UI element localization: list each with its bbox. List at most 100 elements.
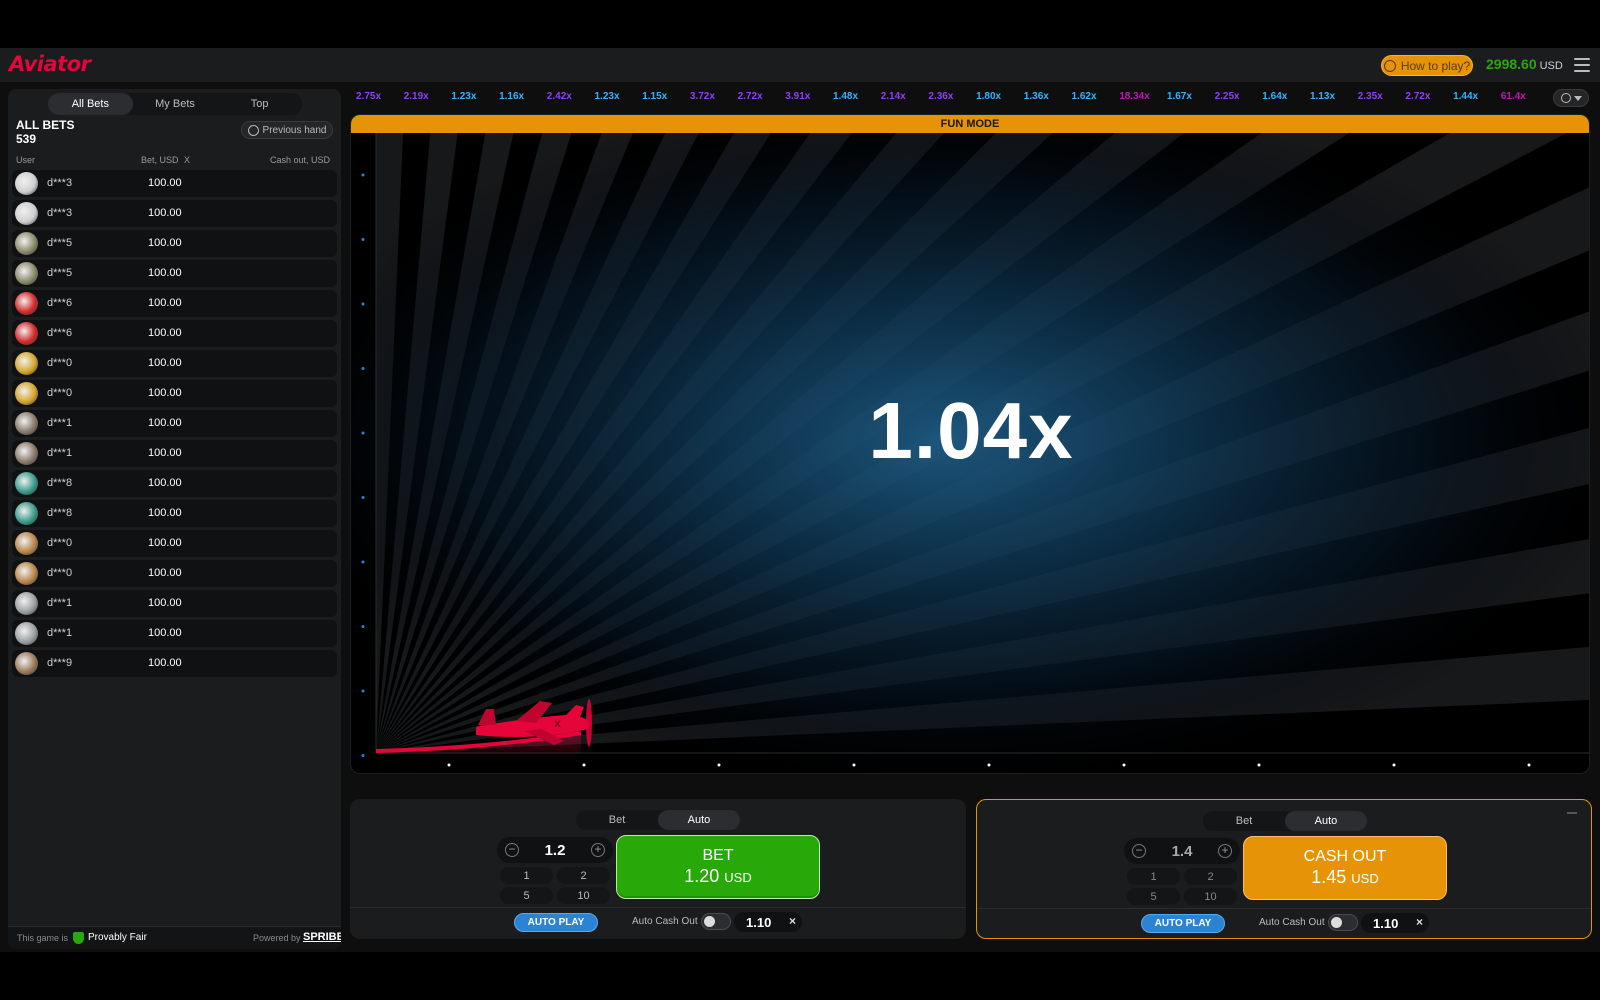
multiplier-history: 2.75x 2.19x 1.23x 1.16x 2.42x 1.23x 1.15x 3.72x…	[350, 89, 1554, 107]
x-axis-dot	[1122, 763, 1126, 767]
cash-out-button[interactable]: CASH OUT 1.45 USD	[1243, 836, 1447, 900]
history-multiplier[interactable]: 3.72x	[690, 91, 715, 102]
quick-amount-10[interactable]: 10	[557, 887, 610, 904]
history-multiplier[interactable]: 61.4x	[1501, 91, 1526, 102]
history-multiplier[interactable]: 2.25x	[1215, 91, 1240, 102]
history-multiplier[interactable]: 1.13x	[1310, 91, 1335, 102]
quick-amount-1[interactable]: 1	[1127, 868, 1180, 885]
y-axis-dot	[361, 367, 365, 370]
bet-amount: 100.00	[148, 537, 182, 549]
history-multiplier[interactable]: 1.16x	[499, 91, 524, 102]
auto-play-button[interactable]: AUTO PLAY	[514, 913, 598, 932]
history-multiplier[interactable]: 1.64x	[1262, 91, 1287, 102]
y-axis-dot	[361, 754, 365, 757]
bet-row: d***6 100.00	[12, 290, 337, 317]
tab-my-bets[interactable]: My Bets	[133, 93, 218, 115]
auto-cash-out-input[interactable]: 1.10 ×	[734, 912, 802, 932]
x-axis-dot	[987, 763, 991, 767]
remove-panel-icon[interactable]	[1567, 812, 1577, 814]
avatar	[15, 472, 38, 495]
bet-amount: 100.00	[148, 417, 182, 429]
spribe-logo[interactable]: SPRIBE	[303, 931, 341, 943]
bet-row: d***8 100.00	[12, 500, 337, 527]
history-multiplier[interactable]: 1.62x	[1072, 91, 1097, 102]
x-axis-dot	[1527, 763, 1531, 767]
bet-row: d***1 100.00	[12, 410, 337, 437]
previous-hand-label: Previous hand	[262, 124, 327, 136]
avatar	[15, 562, 38, 585]
tab-auto[interactable]: Auto	[1285, 811, 1367, 831]
quick-amount-10[interactable]: 10	[1184, 888, 1237, 905]
question-icon	[1383, 59, 1396, 72]
bet-user: d***1	[47, 417, 73, 429]
bet-user: d***8	[47, 507, 73, 519]
quick-amount-5[interactable]: 5	[1127, 888, 1180, 905]
plus-icon[interactable]: +	[1218, 844, 1232, 858]
bet-user: d***0	[47, 357, 73, 369]
auto-play-button[interactable]: AUTO PLAY	[1141, 914, 1225, 933]
history-multiplier[interactable]: 2.72x	[738, 91, 763, 102]
auto-cash-out-input[interactable]: 1.10 ×	[1361, 913, 1429, 933]
balance-currency: USD	[1539, 60, 1563, 72]
auto-cash-out-toggle[interactable]	[701, 913, 731, 930]
bet-user: d***3	[47, 177, 73, 189]
clear-icon[interactable]: ×	[789, 914, 796, 928]
provably-fair-link[interactable]: Provably Fair	[88, 932, 147, 943]
tab-auto[interactable]: Auto	[658, 810, 740, 830]
history-multiplier[interactable]: 1.80x	[976, 91, 1001, 102]
history-multiplier[interactable]: 2.35x	[1358, 91, 1383, 102]
history-multiplier[interactable]: 2.75x	[356, 91, 381, 102]
quick-amount-1[interactable]: 1	[500, 867, 553, 884]
y-axis-dot	[361, 560, 365, 564]
bet-row: d***9 100.00	[12, 650, 337, 677]
history-multiplier[interactable]: 2.36x	[928, 91, 953, 102]
tab-bet[interactable]: Bet	[1203, 811, 1285, 831]
history-multiplier[interactable]: 1.44x	[1453, 91, 1478, 102]
avatar	[15, 172, 38, 195]
hamburger-menu-icon[interactable]	[1574, 58, 1590, 72]
tab-top[interactable]: Top	[217, 93, 302, 115]
bet-button[interactable]: BET 1.20 USD	[616, 835, 820, 899]
avatar	[15, 382, 38, 405]
history-multiplier[interactable]: 1.67x	[1167, 91, 1192, 102]
bet-amount: 100.00	[148, 297, 182, 309]
avatar	[15, 502, 38, 525]
history-multiplier[interactable]: 2.14x	[881, 91, 906, 102]
bet-user: d***1	[47, 627, 73, 639]
quick-amount-5[interactable]: 5	[500, 887, 553, 904]
history-multiplier[interactable]: 1.23x	[451, 91, 476, 102]
stake-stepper: − 1.2 +	[497, 837, 613, 863]
how-to-play-button[interactable]: How to play?	[1381, 55, 1473, 76]
bet-row: d***0 100.00	[12, 560, 337, 587]
history-multiplier[interactable]: 1.36x	[1024, 91, 1049, 102]
clear-icon[interactable]: ×	[1416, 915, 1423, 929]
y-axis-dot	[361, 238, 365, 241]
plus-icon[interactable]: +	[591, 843, 605, 857]
quick-amount-2[interactable]: 2	[557, 867, 610, 884]
avatar	[15, 532, 38, 555]
bet-button-amount: 1.20 USD	[684, 866, 752, 886]
quick-amount-2[interactable]: 2	[1184, 868, 1237, 885]
avatar	[15, 652, 38, 675]
history-multiplier[interactable]: 1.48x	[833, 91, 858, 102]
tab-all-bets[interactable]: All Bets	[48, 93, 133, 115]
col-cashout: Cash out, USD	[270, 155, 331, 165]
bet-user: d***0	[47, 537, 73, 549]
history-multiplier[interactable]: 1.23x	[595, 91, 620, 102]
auto-cash-out-toggle[interactable]	[1328, 914, 1358, 931]
history-multiplier[interactable]: 18.34x	[1119, 91, 1150, 102]
bet-user: d***9	[47, 657, 73, 669]
bet-row: d***0 100.00	[12, 530, 337, 557]
avatar	[15, 412, 38, 435]
previous-hand-button[interactable]: Previous hand	[241, 121, 333, 139]
history-multiplier[interactable]: 2.72x	[1405, 91, 1430, 102]
history-multiplier[interactable]: 3.91x	[785, 91, 810, 102]
bet-amount: 100.00	[148, 267, 182, 279]
history-dropdown-button[interactable]	[1553, 89, 1589, 107]
history-multiplier[interactable]: 2.19x	[404, 91, 429, 102]
history-multiplier[interactable]: 1.15x	[642, 91, 667, 102]
all-bets-title: ALL BETS	[16, 118, 75, 132]
history-multiplier[interactable]: 2.42x	[547, 91, 572, 102]
avatar	[15, 442, 38, 465]
tab-bet[interactable]: Bet	[576, 810, 658, 830]
